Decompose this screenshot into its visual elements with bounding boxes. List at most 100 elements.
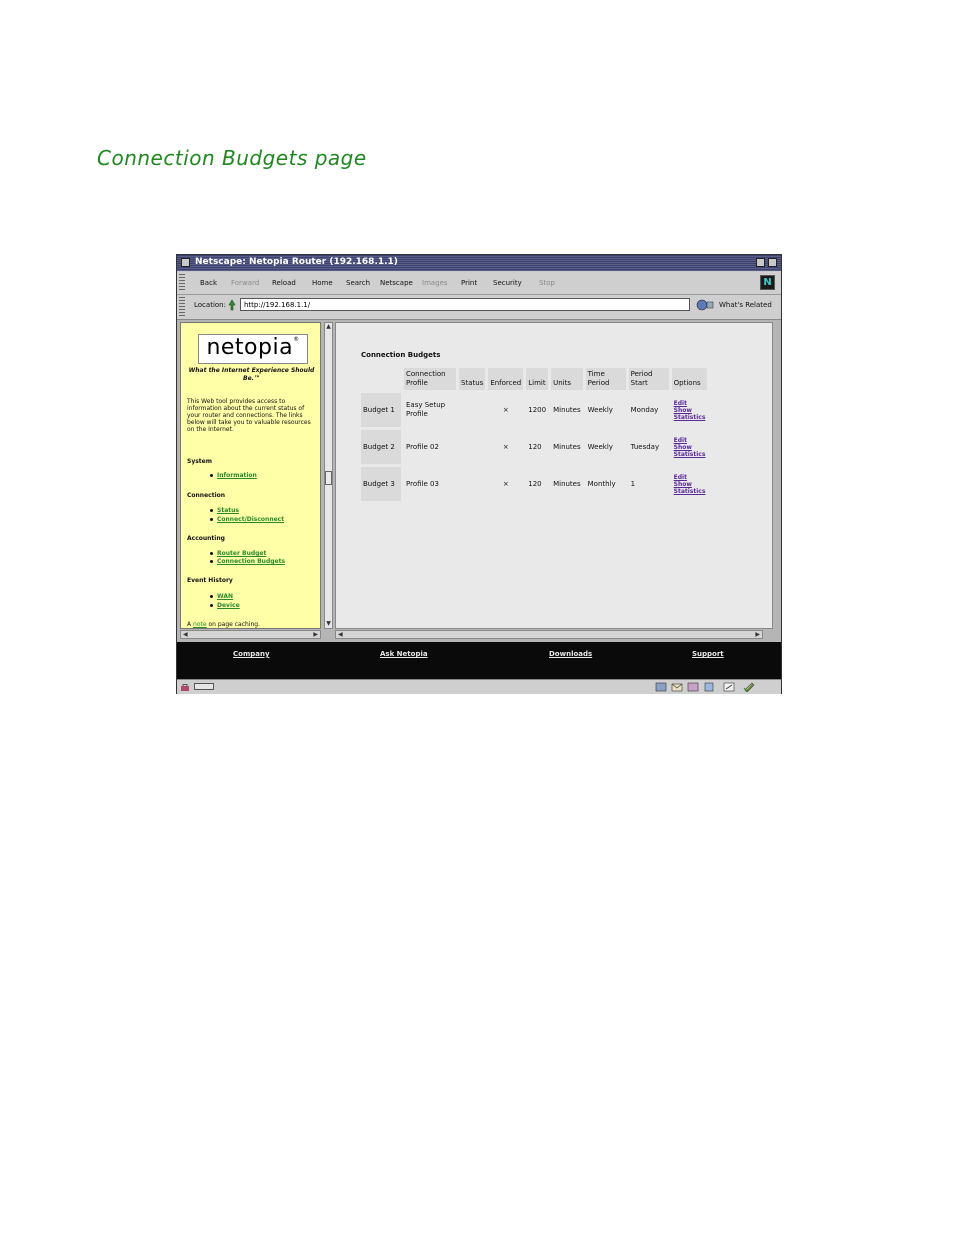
section-heading-event-history: Event History xyxy=(187,577,233,584)
address-book-component-icon[interactable] xyxy=(703,682,715,692)
link-connect-disconnect[interactable]: Connect/Disconnect xyxy=(217,516,284,523)
period-cell: Weekly xyxy=(587,442,613,451)
edit-link[interactable]: Edit xyxy=(674,474,706,481)
column-header: Enforced xyxy=(488,368,524,390)
show-statistics-link[interactable]: Show xyxy=(674,481,706,488)
link-status[interactable]: Status xyxy=(217,507,239,514)
scroll-left-arrow-icon[interactable]: ◀ xyxy=(183,631,188,638)
scroll-right-arrow-icon[interactable]: ▶ xyxy=(755,631,760,638)
section-heading-accounting: Accounting xyxy=(187,535,225,542)
bullet-icon xyxy=(210,595,213,598)
zoom-box-icon[interactable] xyxy=(756,258,765,267)
edit-pencil-icon[interactable] xyxy=(743,682,755,692)
netscape-button[interactable]: Netscape xyxy=(380,279,413,287)
show-statistics-link[interactable]: Statistics xyxy=(674,488,706,495)
browser-window: Netscape: Netopia Router (192.168.1.1) B… xyxy=(176,254,782,694)
print-button[interactable]: Print xyxy=(461,279,477,287)
bullet-icon xyxy=(210,552,213,555)
progress-bar xyxy=(194,683,214,690)
page-proxy-icon[interactable] xyxy=(227,299,237,311)
main-horizontal-scrollbar[interactable]: ◀ ▶ xyxy=(335,630,763,639)
whats-related-icon[interactable] xyxy=(696,299,714,311)
scroll-up-arrow-icon[interactable]: ▲ xyxy=(325,323,332,331)
netscape-logo-icon[interactable]: N xyxy=(760,275,775,290)
footer-link-ask-netopia[interactable]: Ask Netopia xyxy=(380,650,428,658)
bullet-icon xyxy=(210,518,213,521)
scroll-left-arrow-icon[interactable]: ◀ xyxy=(338,631,343,638)
forward-button[interactable]: Forward xyxy=(231,279,259,287)
composer-component-icon[interactable] xyxy=(723,682,735,692)
column-header: Status xyxy=(459,368,486,390)
show-statistics-link[interactable]: Show xyxy=(674,444,706,451)
footer-link-downloads[interactable]: Downloads xyxy=(549,650,592,658)
limit-cell: 1200 xyxy=(528,405,547,414)
status-cell xyxy=(459,430,485,464)
edit-link[interactable]: Edit xyxy=(674,437,706,444)
mail-component-icon[interactable] xyxy=(671,682,683,692)
bullet-icon xyxy=(210,509,213,512)
enforced-cell: × xyxy=(502,479,509,488)
table-row: Budget 2 Profile 02 × 120 Minutes Weekly… xyxy=(361,430,707,464)
close-box-icon[interactable] xyxy=(181,258,190,267)
home-button[interactable]: Home xyxy=(312,279,333,287)
limit-cell: 120 xyxy=(528,442,542,451)
navigation-toolbar: Back Forward Reload Home Search Netscape… xyxy=(177,272,781,295)
images-button[interactable]: Images xyxy=(422,279,448,287)
netopia-logo: netopia® xyxy=(198,334,308,364)
show-statistics-link[interactable]: Statistics xyxy=(674,451,706,458)
sidebar-vertical-scrollbar[interactable]: ▲ ▼ xyxy=(324,322,333,629)
note-link[interactable]: note xyxy=(193,621,207,628)
security-lock-icon[interactable] xyxy=(180,683,190,691)
options-cell: Edit Show Statistics xyxy=(672,467,708,501)
scroll-right-arrow-icon[interactable]: ▶ xyxy=(313,631,318,638)
stop-button[interactable]: Stop xyxy=(539,279,555,287)
budget-name: Budget 3 xyxy=(361,467,401,501)
collapse-box-icon[interactable] xyxy=(768,258,777,267)
back-button[interactable]: Back xyxy=(200,279,217,287)
link-router-budget[interactable]: Router Budget xyxy=(217,550,266,557)
url-input[interactable] xyxy=(240,298,690,311)
options-cell: Edit Show Statistics xyxy=(672,393,708,427)
logo-text: netopia xyxy=(206,335,294,360)
security-button[interactable]: Security xyxy=(493,279,522,287)
period-start-cell: Tuesday xyxy=(630,442,660,451)
profile-cell: Profile 03 xyxy=(406,479,439,488)
bullet-icon xyxy=(210,604,213,607)
footer-link-company[interactable]: Company xyxy=(233,650,270,658)
show-statistics-link[interactable]: Statistics xyxy=(674,414,706,421)
title-bar[interactable]: Netscape: Netopia Router (192.168.1.1) xyxy=(177,255,781,271)
intro-text: This Web tool provides access to informa… xyxy=(187,398,311,433)
column-header: Units xyxy=(551,368,583,390)
period-cell: Monthly xyxy=(587,479,616,488)
link-device[interactable]: Device xyxy=(217,602,240,609)
tagline: What the Internet Experience Should Be.™ xyxy=(188,367,315,382)
options-cell: Edit Show Statistics xyxy=(672,430,708,464)
caching-note: A note on page caching. xyxy=(187,621,261,628)
status-cell xyxy=(459,393,485,427)
window-title: Netscape: Netopia Router (192.168.1.1) xyxy=(195,257,398,267)
edit-link[interactable]: Edit xyxy=(674,400,706,407)
budget-name: Budget 2 xyxy=(361,430,401,464)
show-statistics-link[interactable]: Show xyxy=(674,407,706,414)
section-heading-system: System xyxy=(187,458,212,465)
search-button[interactable]: Search xyxy=(346,279,370,287)
scroll-down-arrow-icon[interactable]: ▼ xyxy=(325,620,332,628)
navigator-component-icon[interactable] xyxy=(655,682,667,692)
section-heading-connection: Connection xyxy=(187,492,226,499)
toolbar-grip[interactable] xyxy=(179,274,185,292)
sidebar-frame: netopia® What the Internet Experience Sh… xyxy=(180,322,321,629)
link-wan[interactable]: WAN xyxy=(217,593,233,600)
status-cell xyxy=(459,467,485,501)
footer-link-support[interactable]: Support xyxy=(692,650,724,658)
link-connection-budgets[interactable]: Connection Budgets xyxy=(217,558,285,565)
profile-cell: Easy Setup Profile xyxy=(406,401,446,418)
whats-related-button[interactable]: What's Related xyxy=(719,301,772,309)
scroll-thumb[interactable] xyxy=(325,471,332,485)
newsgroups-component-icon[interactable] xyxy=(687,682,699,692)
sidebar-horizontal-scrollbar[interactable]: ◀ ▶ xyxy=(180,630,321,639)
logo-registered-mark: ® xyxy=(293,336,300,343)
location-grip[interactable] xyxy=(179,297,185,317)
link-information[interactable]: Information xyxy=(217,472,257,479)
column-header: Options xyxy=(671,368,708,390)
reload-button[interactable]: Reload xyxy=(272,279,296,287)
